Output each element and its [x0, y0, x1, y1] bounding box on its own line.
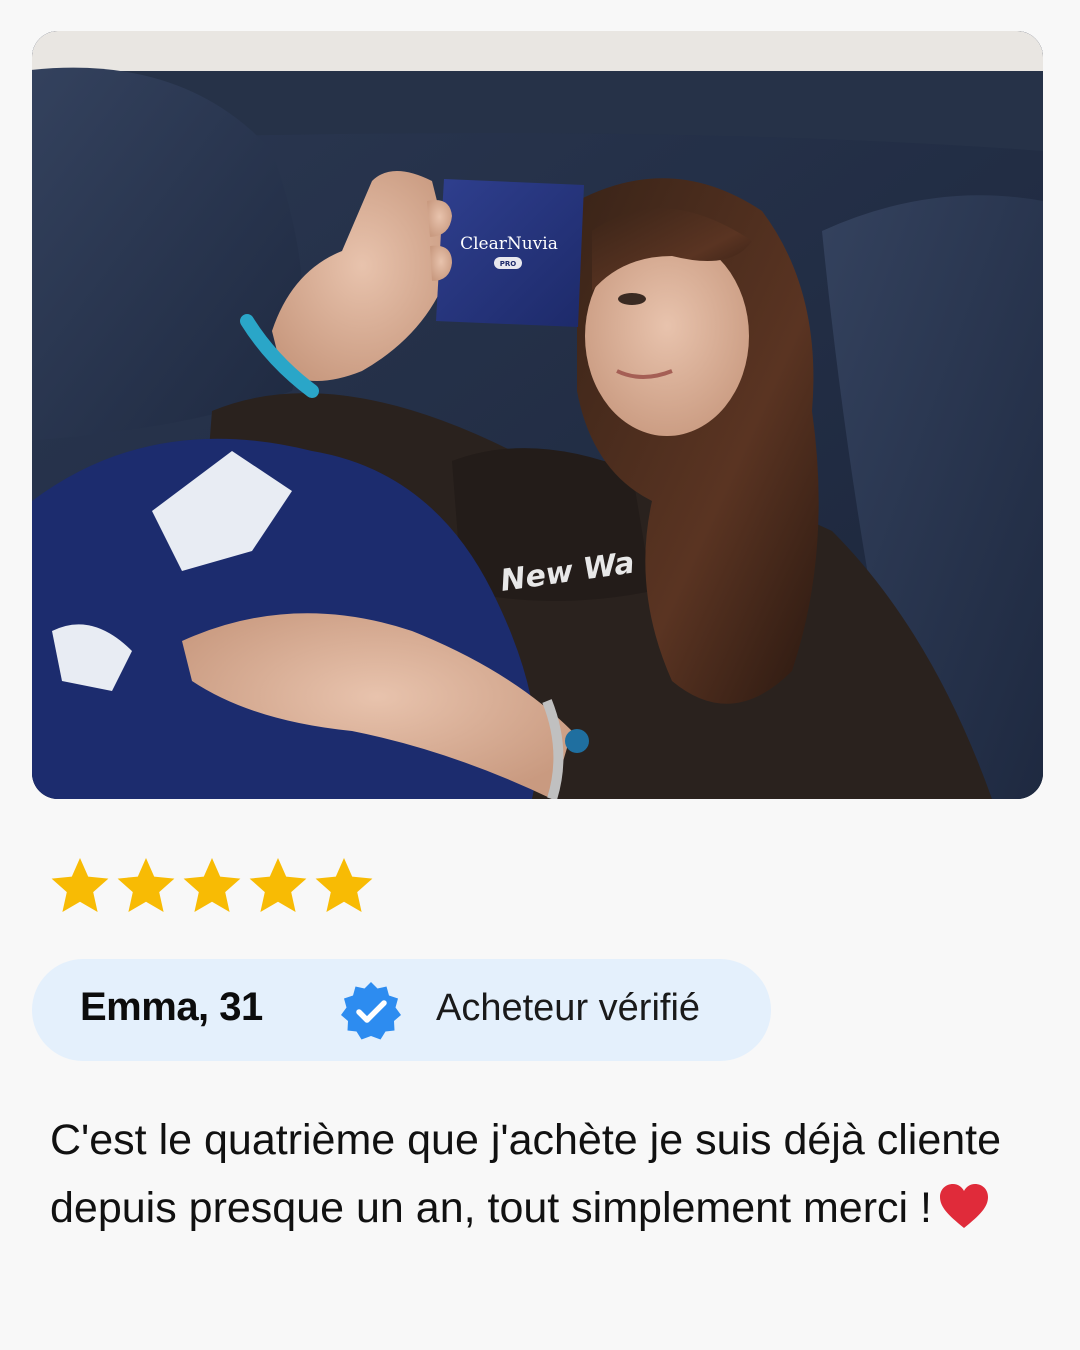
review-body: C'est le quatrième que j'achète je suis … — [50, 1116, 1002, 1232]
star-icon — [315, 858, 373, 912]
product-box: ClearNuvia PRO — [436, 179, 584, 327]
reviewer-badge: Emma, 31 Acheteur vérifié — [32, 959, 771, 1061]
product-badge-label: PRO — [500, 260, 517, 268]
review-text: C'est le quatrième que j'achète je suis … — [50, 1106, 1010, 1242]
star-icon — [51, 858, 109, 912]
customer-photo: New Wa ClearNuvia PRO — [32, 31, 1043, 799]
star-icon — [117, 858, 175, 912]
verified-badge-icon — [341, 982, 401, 1040]
reviewer-name: Emma, 31 — [80, 985, 263, 1029]
star-icon — [249, 858, 307, 912]
heart-icon — [939, 1184, 988, 1228]
star-rating — [48, 854, 376, 918]
verified-buyer-label: Acheteur vérifié — [436, 987, 701, 1029]
star-icon — [183, 858, 241, 912]
review-card: New Wa ClearNuvia PRO Emma, 31 Acheteur … — [0, 0, 1080, 1350]
product-brand-label: ClearNuvia — [460, 234, 558, 254]
